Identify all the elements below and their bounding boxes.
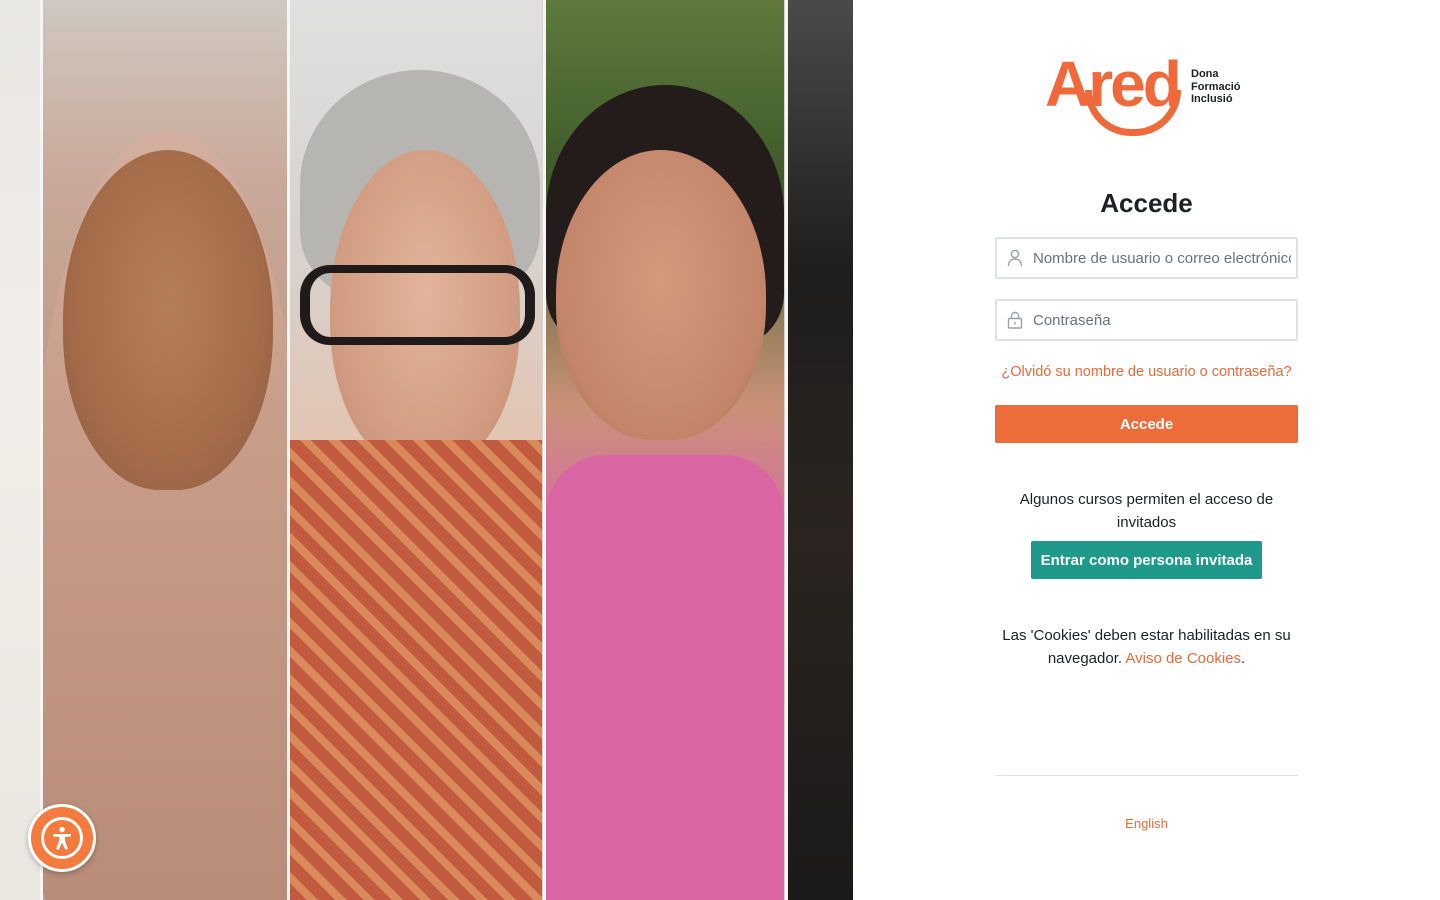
photo-strip-2	[43, 0, 287, 900]
password-input[interactable]	[1033, 311, 1291, 329]
photo-strip-3	[290, 0, 542, 900]
photo-glasses	[300, 265, 535, 345]
photo-scarf	[290, 440, 542, 900]
hero-photo-collage	[0, 0, 853, 900]
photo-strip-5	[788, 0, 853, 900]
cookies-policy-link[interactable]: Aviso de Cookies	[1125, 650, 1241, 667]
page-title: Accede	[1100, 188, 1193, 218]
ared-logo: Ared Dona Formació Inclusió	[1045, 52, 1255, 138]
photo-shirt	[546, 455, 784, 900]
logo-smile-arc	[1085, 90, 1181, 136]
logo-tagline-line: Dona	[1191, 68, 1219, 80]
logo-tagline-line: Inclusió	[1191, 93, 1233, 105]
forgot-password-link[interactable]: ¿Olvidó su nombre de usuario o contraseñ…	[853, 364, 1440, 380]
photo-strip-4	[546, 0, 784, 900]
guest-access-text: Algunos cursos permiten el acceso de inv…	[1019, 491, 1274, 531]
accessibility-icon	[41, 817, 83, 859]
photo-face	[556, 150, 766, 440]
photo-face	[63, 150, 273, 490]
username-field[interactable]	[995, 237, 1298, 279]
cookies-suffix: .	[1241, 650, 1246, 667]
username-input[interactable]	[1033, 249, 1291, 267]
cookies-notice: Las 'Cookies' deben estar habilitadas en…	[995, 624, 1298, 670]
logo-tagline-line: Formació	[1191, 80, 1241, 93]
password-field[interactable]	[995, 299, 1298, 341]
user-icon	[1005, 248, 1025, 268]
logo-tagline: Dona Formació Inclusió	[1191, 68, 1241, 106]
photo-strip-1	[0, 0, 40, 900]
accessibility-button[interactable]	[28, 804, 96, 872]
language-link-english[interactable]: English	[853, 816, 1440, 831]
lock-icon	[1005, 310, 1025, 330]
footer-divider	[995, 775, 1298, 776]
guest-login-button[interactable]: Entrar como persona invitada	[1031, 541, 1262, 579]
login-button[interactable]: Accede	[995, 405, 1298, 443]
login-panel: Ared Dona Formació Inclusió Accede ¿Olvi…	[853, 0, 1440, 900]
